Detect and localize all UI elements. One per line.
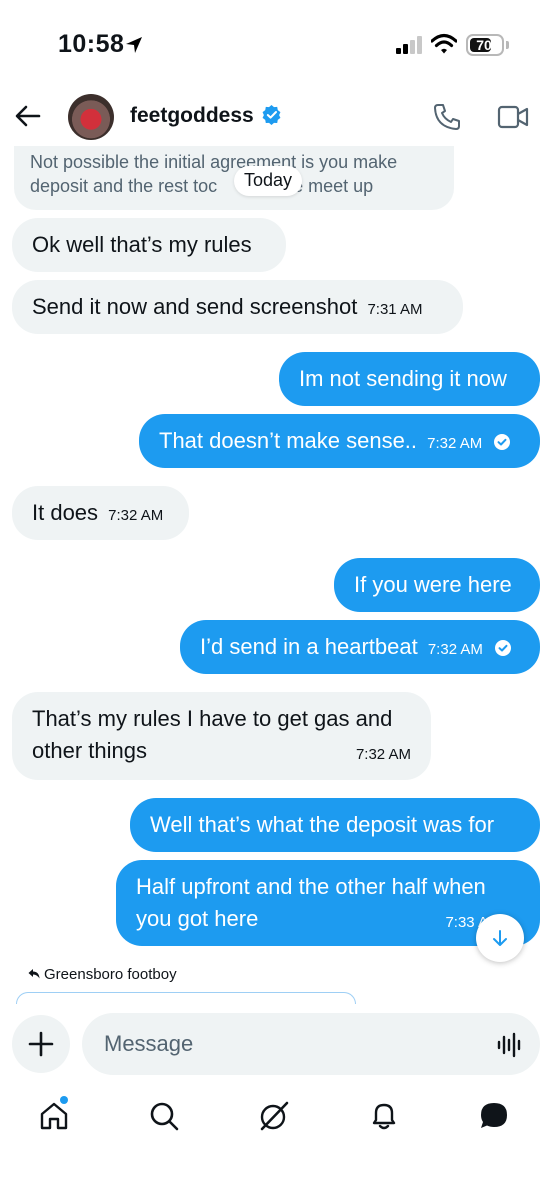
message-timestamp: 7:32 AM — [355, 746, 411, 763]
message-bubble-sent[interactable]: If you were here — [334, 558, 540, 612]
message-timestamp: 7:32 AM — [427, 435, 483, 452]
tab-notifications[interactable] — [368, 1100, 408, 1140]
message-bubble-sent[interactable]: Im not sending it now — [279, 352, 540, 406]
message-text: It does — [32, 500, 99, 525]
message-bubble-received[interactable]: Ok well that’s my rules — [12, 218, 286, 272]
message-text: deposit and the rest toc — [30, 176, 218, 196]
message-list[interactable]: Not possible the initial agreement is yo… — [0, 146, 552, 1006]
wifi-icon — [431, 33, 457, 54]
add-attachment-button[interactable] — [12, 1015, 70, 1073]
reply-preview-bubble[interactable] — [16, 992, 356, 1004]
battery-indicator: 70 — [466, 34, 504, 56]
message-bubble-sent[interactable]: Well that’s what the deposit was for — [130, 798, 540, 852]
message-text: Send it now and send screenshot — [32, 294, 358, 319]
verified-badge-icon — [262, 105, 281, 125]
message-bubble-received[interactable]: Send it now and send screenshot 7:31 AM — [12, 280, 463, 334]
home-icon — [40, 1102, 68, 1130]
message-text: e meet up — [293, 176, 374, 196]
search-icon — [150, 1102, 179, 1131]
scroll-to-bottom-button[interactable] — [476, 914, 524, 962]
battery-level: 70 — [476, 37, 492, 53]
message-bubble-received[interactable]: It does 7:32 AM — [12, 486, 189, 540]
messages-icon — [481, 1103, 507, 1128]
message-composer — [0, 1004, 552, 1088]
status-bar: 10:58 70 — [0, 0, 552, 90]
arrow-down-icon — [493, 930, 507, 946]
message-text: Well that’s what the deposit was for — [150, 812, 495, 837]
message-text: I’d send in a heartbeat — [200, 634, 418, 659]
username[interactable]: feetgoddess — [130, 104, 254, 128]
plus-icon — [28, 1031, 54, 1057]
message-bubble-sent[interactable]: I’d send in a heartbeat 7:32 AM — [180, 620, 540, 674]
message-input[interactable] — [82, 1013, 540, 1075]
message-bubble-sent[interactable]: That doesn’t make sense.. 7:32 AM — [139, 414, 540, 468]
unread-indicator-dot — [60, 1096, 68, 1104]
bottom-tab-bar — [0, 1088, 552, 1200]
message-text: Half upfront and the other half when — [136, 874, 486, 899]
read-receipt-icon — [494, 434, 511, 450]
video-call-icon[interactable] — [497, 104, 529, 130]
message-text: Im not sending it now — [299, 366, 507, 391]
tab-home[interactable] — [38, 1100, 78, 1140]
reply-context: Greensboro footboy — [28, 966, 177, 983]
tab-messages[interactable] — [478, 1100, 518, 1140]
notifications-icon — [372, 1103, 396, 1130]
message-text: If you were here — [354, 572, 512, 597]
message-text: other things — [32, 738, 147, 763]
message-bubble-received[interactable]: That’s my rules I have to get gas and ot… — [12, 692, 431, 780]
back-arrow-icon[interactable] — [14, 102, 42, 130]
reply-context-name: Greensboro footboy — [44, 966, 177, 983]
message-timestamp: 7:32 AM — [427, 641, 483, 658]
avatar[interactable] — [68, 94, 114, 140]
message-timestamp: 7:32 AM — [108, 507, 164, 524]
reply-arrow-icon — [28, 969, 40, 979]
message-text: Ok well that’s my rules — [32, 232, 252, 257]
read-receipt-icon — [495, 640, 512, 656]
message-text: That’s my rules I have to get gas and — [32, 706, 393, 731]
phone-call-icon[interactable] — [432, 102, 462, 132]
message-timestamp: 7:31 AM — [367, 301, 423, 318]
date-separator: Today — [234, 166, 303, 196]
voice-message-icon[interactable] — [497, 1032, 523, 1058]
conversation-header: feetgoddess — [0, 90, 552, 146]
tab-grok[interactable] — [258, 1100, 298, 1140]
location-arrow-icon — [126, 37, 142, 53]
status-time: 10:58 — [58, 30, 125, 58]
battery-cap — [506, 41, 509, 49]
signal-icon — [396, 36, 422, 54]
tab-search[interactable] — [148, 1100, 188, 1140]
message-text: you got here — [136, 906, 259, 931]
message-text: That doesn’t make sense.. — [159, 428, 418, 453]
grok-icon — [260, 1101, 289, 1131]
